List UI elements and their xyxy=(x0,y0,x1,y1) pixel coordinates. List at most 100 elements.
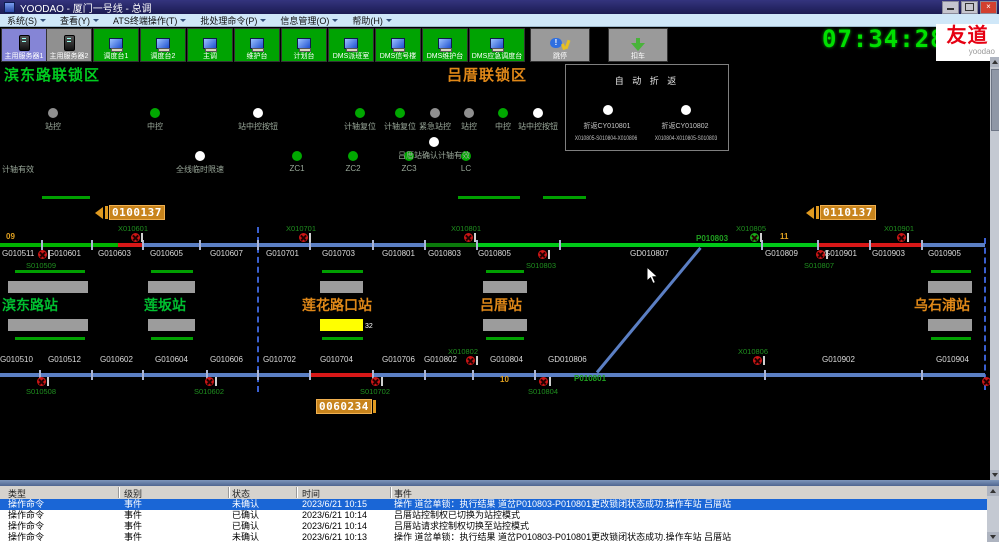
platform-up[interactable] xyxy=(148,281,195,293)
track-up-segment[interactable] xyxy=(922,243,985,247)
toolbar-button-ws[interactable]: DMS派班室 xyxy=(328,28,374,62)
minimize-button[interactable] xyxy=(942,1,959,14)
train-id: 0100137 xyxy=(109,205,165,220)
track-up-segment[interactable] xyxy=(424,243,477,247)
workstation-icon xyxy=(249,38,265,51)
indicator-label: 中控 xyxy=(147,121,163,132)
signal-stop-icon[interactable] xyxy=(299,233,308,242)
signal-stop-icon[interactable] xyxy=(37,377,46,386)
signal-mast xyxy=(549,377,551,386)
toolbar-button-ws[interactable]: 调度台1 xyxy=(93,28,139,62)
signal-stop-icon[interactable] xyxy=(539,377,548,386)
toolbar-button-skip[interactable]: !跳停 xyxy=(530,28,590,62)
platform-up[interactable] xyxy=(320,281,363,293)
indicator-dot xyxy=(292,151,302,161)
toolbar-button-server[interactable]: 主用服务器1 xyxy=(1,28,47,62)
berth-indicator-line xyxy=(543,196,586,199)
platform-down[interactable] xyxy=(483,319,527,331)
indicator-label: 计轴复位 xyxy=(384,121,416,132)
signal-stop-icon[interactable] xyxy=(538,250,547,259)
track-down-segment[interactable] xyxy=(310,373,373,377)
table-scroll-down-icon[interactable] xyxy=(987,532,999,542)
signal-stop-icon[interactable] xyxy=(753,356,762,365)
indicator-dot xyxy=(498,108,508,118)
signal-proceed-icon[interactable] xyxy=(750,233,759,242)
toolbar-button-ws[interactable]: 计划台 xyxy=(281,28,327,62)
workstation-icon xyxy=(437,38,453,51)
track-joint-tick xyxy=(424,370,426,380)
track-up-segment[interactable] xyxy=(118,243,143,247)
station-name: 乌石浦站 xyxy=(914,295,970,315)
track-section-id: G010603 xyxy=(98,249,131,258)
platform-down[interactable] xyxy=(320,319,363,331)
table-scroll-up-icon[interactable] xyxy=(987,486,999,496)
signal-mast xyxy=(381,377,383,386)
signal-stop-icon[interactable] xyxy=(131,233,140,242)
toolbar-button-ws[interactable]: 维护台 xyxy=(234,28,280,62)
indicator-dot xyxy=(48,108,58,118)
toolbar-button-ws[interactable]: 调度台2 xyxy=(140,28,186,62)
track-up-segment[interactable] xyxy=(0,243,118,247)
signal-stop-icon[interactable] xyxy=(371,377,380,386)
platform-down[interactable] xyxy=(928,319,972,331)
train-label[interactable]: 0060234 xyxy=(316,399,377,414)
signal-stop-icon[interactable] xyxy=(466,356,475,365)
scroll-down-icon[interactable] xyxy=(990,470,999,480)
log-cell: 未确认 xyxy=(232,532,259,542)
turnback-route-ids: X010804-X010805-S010803 xyxy=(655,136,717,142)
track-up-segment[interactable] xyxy=(143,243,424,247)
signal-stop-icon[interactable] xyxy=(816,250,825,259)
menu-item-3[interactable]: ATS终端操作(T) xyxy=(106,14,193,26)
menu-item-5[interactable]: 信息管理(O) xyxy=(273,14,345,26)
platform-up[interactable] xyxy=(8,281,88,293)
toolbar-button-ws[interactable]: DMS信号楼 xyxy=(375,28,421,62)
interlocking-boundary-line xyxy=(257,227,259,392)
signal-mast xyxy=(760,233,762,242)
platform-up[interactable] xyxy=(928,281,972,293)
maximize-button[interactable] xyxy=(961,1,978,14)
toolbar-button-hold[interactable]: 扣车 xyxy=(608,28,668,62)
mimic-scrollbar[interactable] xyxy=(990,57,999,480)
signal-stop-icon[interactable] xyxy=(897,233,906,242)
signal-mast xyxy=(47,377,49,386)
app-icon xyxy=(4,2,15,13)
close-button[interactable]: × xyxy=(980,1,997,14)
chevron-down-icon xyxy=(40,19,46,22)
platform-down[interactable] xyxy=(8,319,88,331)
track-down-segment[interactable] xyxy=(373,373,985,377)
signal-stop-icon[interactable] xyxy=(464,233,473,242)
track-section-id: G010706 xyxy=(382,355,415,364)
workstation-icon xyxy=(155,38,171,51)
title-bar[interactable]: YOODAO - 厦门一号线 - 总调 × xyxy=(0,0,999,14)
platform-down[interactable] xyxy=(148,319,195,331)
platform-up[interactable] xyxy=(483,281,527,293)
turnback-route-label: 折返CY010802 xyxy=(661,121,708,131)
log-row[interactable]: 操作命令事件未确认2023/6/21 10:13操作 道岔单锁：执行结果 道岔P… xyxy=(0,532,987,542)
toolbar-button-server[interactable]: 主用服务器2 xyxy=(46,28,92,62)
signal-stop-icon[interactable] xyxy=(205,377,214,386)
track-section-id: G010901 xyxy=(824,249,857,258)
menu-item-2[interactable]: 查看(Y) xyxy=(53,14,106,26)
track-section-id: G010602 xyxy=(100,355,133,364)
toolbar-button-ws[interactable]: DMS应急调度台 xyxy=(469,28,525,62)
train-label[interactable]: 0110137 xyxy=(806,205,876,220)
train-label[interactable]: 0100137 xyxy=(95,205,165,220)
menu-item-6[interactable]: 帮助(H) xyxy=(345,14,399,26)
indicator-dot xyxy=(348,151,358,161)
toolbar-button-ws[interactable]: 主调 xyxy=(187,28,233,62)
toolbar-button-ws[interactable]: DMS维护台 xyxy=(422,28,468,62)
turnback-indicator-dot[interactable] xyxy=(681,105,691,115)
workstation-icon xyxy=(343,38,359,51)
menu-item-1[interactable]: 系统(S) xyxy=(0,14,53,26)
menu-item-4[interactable]: 批处理命令(P) xyxy=(193,14,273,26)
table-scrollbar[interactable] xyxy=(987,486,999,542)
turnback-indicator-dot[interactable] xyxy=(603,105,613,115)
track-up-segment[interactable] xyxy=(477,243,818,247)
menu-item-label: 帮助(H) xyxy=(352,14,383,27)
chevron-down-icon xyxy=(332,19,338,22)
scrollbar-thumb[interactable] xyxy=(991,69,999,131)
log-cell: 操作命令 xyxy=(8,521,44,532)
signal-stop-icon[interactable] xyxy=(38,250,47,259)
scroll-up-icon[interactable] xyxy=(990,57,999,67)
track-section-id: G010702 xyxy=(263,355,296,364)
